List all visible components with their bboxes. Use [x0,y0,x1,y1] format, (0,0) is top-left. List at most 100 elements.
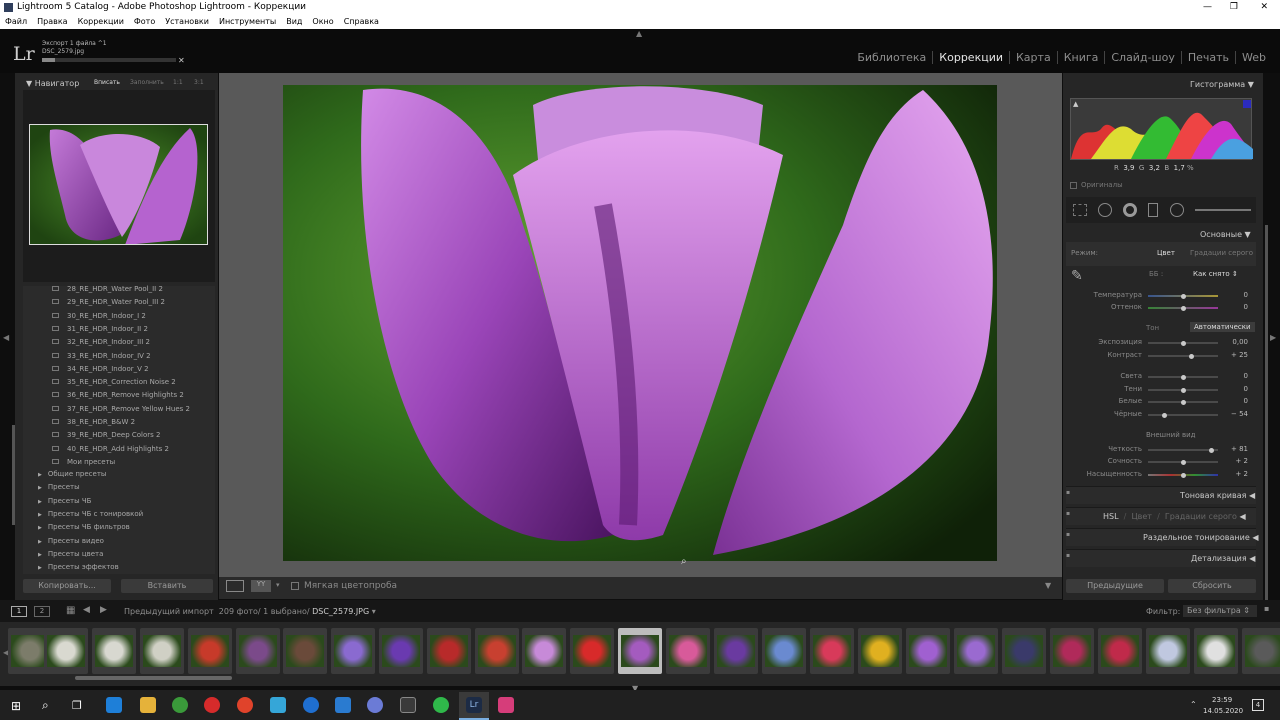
tint-slider-knob[interactable] [1180,305,1186,311]
left-panel-toggle-icon[interactable]: ◀ [3,333,9,342]
nav-1-1[interactable]: 1:1 [173,79,183,86]
basic-header[interactable]: Основные ▼ [1200,230,1251,239]
thumbnail[interactable] [762,628,806,674]
explorer-icon[interactable] [140,697,156,713]
menu-window[interactable]: Окно [312,17,333,26]
paste-settings-button[interactable]: Вставить [121,579,213,593]
thumbnail[interactable] [140,628,184,674]
detail-switch-icon[interactable]: ▪ [1066,552,1070,559]
grid-view-icon[interactable]: ▦ [66,605,75,616]
before-after-icon[interactable]: YY [251,580,271,592]
clock-date[interactable]: 14.05.2020 [1203,707,1243,715]
reset-button[interactable]: Сбросить [1168,579,1256,593]
thumbnail[interactable] [427,628,471,674]
thumbnail[interactable] [44,628,88,674]
color-tab[interactable]: Цвет [1131,512,1152,521]
nav-fill[interactable]: Заполнить [130,79,164,86]
preset-folder[interactable]: ▶ Пресеты эффектов [38,563,119,571]
filter-select[interactable]: Без фильтра ⇕ [1183,605,1257,617]
close-icon[interactable]: ✕ [1260,0,1268,15]
right-panel-toggle-icon[interactable]: ▶ [1270,333,1276,342]
menu-help[interactable]: Справка [344,17,379,26]
highlights-slider-knob[interactable] [1180,374,1186,380]
blacks-value[interactable]: − 54 [1222,410,1248,418]
preset-item[interactable]: 38_RE_HDR_B&W 2 [52,418,135,426]
preset-item[interactable]: 34_RE_HDR_Indoor_V 2 [52,365,149,373]
minimize-icon[interactable]: — [1203,0,1212,15]
contrast-slider[interactable] [1148,355,1218,357]
module-develop[interactable]: Коррекции [932,51,1009,64]
preset-item[interactable]: 28_RE_HDR_Water Pool_II 2 [52,285,163,293]
search-icon[interactable]: ⌕ [42,698,49,713]
menu-file[interactable]: Файл [5,17,27,26]
preset-item[interactable]: 32_RE_HDR_Indoor_III 2 [52,338,150,346]
clock-time[interactable]: 23:59 [1212,696,1232,704]
crop-tool-icon[interactable] [1073,204,1087,216]
thumbnail[interactable] [522,628,566,674]
histogram-header[interactable]: Гистограмма ▼ [1190,80,1254,89]
red-eye-icon[interactable] [1123,203,1137,217]
thumbnail[interactable] [1050,628,1094,674]
module-slideshow[interactable]: Слайд-шоу [1104,51,1180,64]
preset-folder[interactable]: ▶ Пресеты цвета [38,550,103,558]
cancel-export-icon[interactable]: ✕ [178,56,185,65]
auto-tone-button[interactable]: Автоматически [1190,322,1255,332]
thumbnail[interactable] [1146,628,1190,674]
contrast-slider-knob[interactable] [1189,353,1195,359]
right-scrollbar[interactable] [1265,225,1268,600]
preset-item[interactable]: 30_RE_HDR_Indoor_I 2 [52,312,146,320]
exposure-slider-knob[interactable] [1180,340,1186,346]
graduated-filter-icon[interactable] [1148,203,1158,217]
screen-1-button[interactable]: 1 [11,606,27,617]
hsl-tab[interactable]: HSL [1103,512,1119,521]
wb-eyedropper-icon[interactable]: ✎ [1071,268,1083,284]
thumbnail[interactable] [379,628,423,674]
edge-icon[interactable] [303,697,319,713]
originals-checkbox[interactable] [1070,182,1077,189]
menu-view[interactable]: Вид [286,17,302,26]
whites-slider-knob[interactable] [1180,399,1186,405]
preset-folder[interactable]: ▶ Пресеты ЧБ с тонировкой [38,510,143,518]
preset-item[interactable]: 37_RE_HDR_Remove Yellow Hues 2 [52,405,190,413]
split-switch-icon[interactable]: ▪ [1066,531,1070,538]
whites-value[interactable]: 0 [1222,397,1248,405]
thumbnail[interactable] [810,628,854,674]
saturation-slider-knob[interactable] [1181,472,1187,478]
tray-chevron-icon[interactable]: ⌃ [1190,700,1197,709]
forward-arrow-icon[interactable]: ▶ [100,605,107,615]
adjustment-brush-icon[interactable] [1195,209,1251,211]
blacks-slider[interactable] [1148,414,1218,416]
preset-item[interactable]: 39_RE_HDR_Deep Colors 2 [52,431,161,439]
toolbar-menu-icon[interactable]: ▼ [1045,581,1051,590]
treatment-color[interactable]: Цвет [1157,249,1175,257]
filmstrip-source[interactable]: Предыдущий импорт 209 фото/ 1 выбрано/ D… [124,607,376,616]
screen-2-button[interactable]: 2 [34,606,50,617]
softproof-checkbox[interactable] [291,582,299,590]
navigator-header[interactable]: ▼ Навигатор [26,79,79,88]
module-print[interactable]: Печать [1180,51,1235,64]
thumbnail[interactable] [1242,628,1280,674]
menu-settings[interactable]: Установки [165,17,209,26]
preset-folder[interactable]: ▶ Пресеты ЧБ фильтров [38,523,130,531]
app-icon-1[interactable] [106,697,122,713]
loupe-view-icon[interactable] [226,580,244,592]
module-map[interactable]: Карта [1009,51,1057,64]
clarity-slider[interactable] [1148,449,1218,451]
radial-filter-icon[interactable] [1170,203,1184,217]
clarity-value[interactable]: + 81 [1222,445,1248,453]
preset-item[interactable]: Мои пресеты [52,458,115,466]
temp-value[interactable]: 0 [1222,291,1248,299]
highlight-clipping-icon[interactable] [1243,100,1251,108]
nav-3-1[interactable]: 3:1 [194,79,204,86]
start-icon[interactable]: ⊞ [11,699,21,713]
previous-settings-button[interactable]: Предыдущие [1066,579,1164,593]
temp-slider-knob[interactable] [1180,293,1186,299]
restore-icon[interactable]: ❐ [1230,0,1238,15]
preset-folder[interactable]: ▶ Общие пресеты [38,470,106,478]
preset-item[interactable]: 31_RE_HDR_Indoor_II 2 [52,325,148,333]
tint-value[interactable]: 0 [1222,303,1248,311]
thumbnail[interactable] [570,628,614,674]
back-arrow-icon[interactable]: ◀ [83,605,90,615]
preset-folder[interactable]: ▶ Пресеты ЧБ [38,497,91,505]
thumbnail[interactable] [236,628,280,674]
